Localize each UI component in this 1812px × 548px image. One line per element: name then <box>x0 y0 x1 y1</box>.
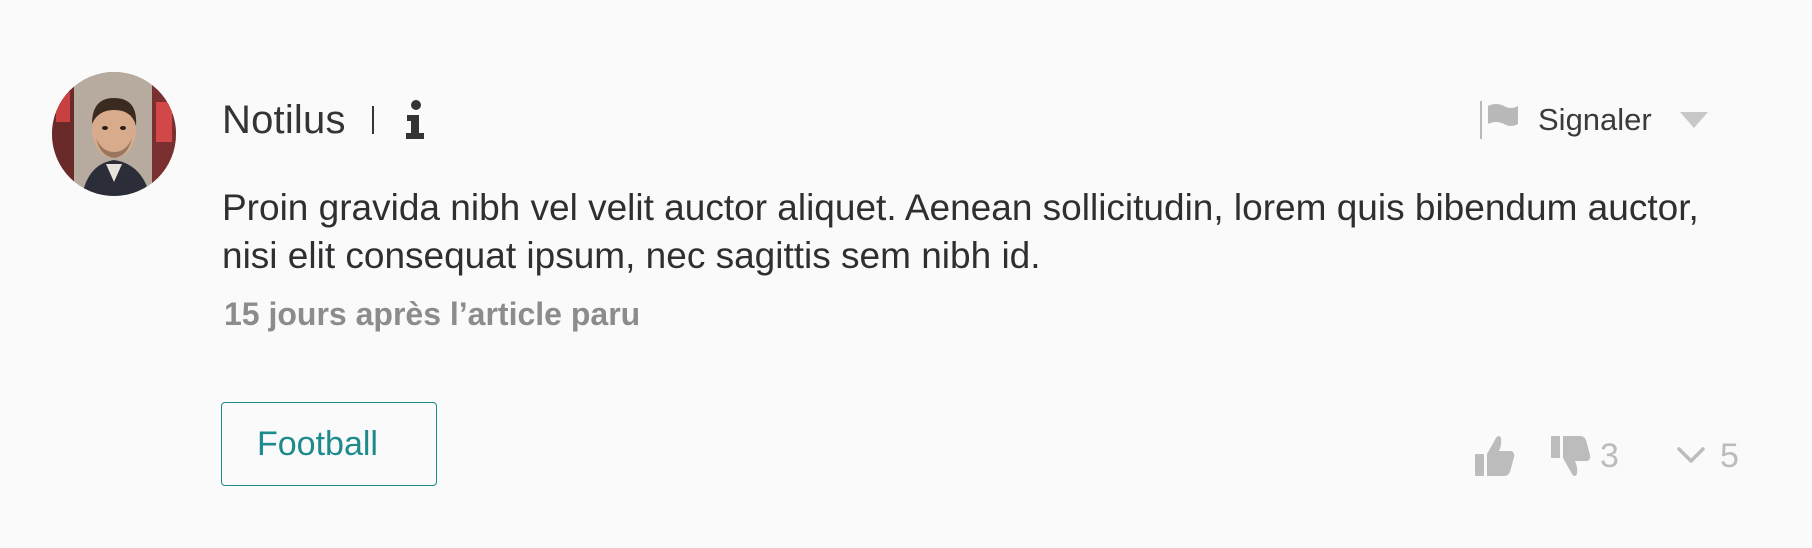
expand-replies-button[interactable]: 5 <box>1676 428 1739 484</box>
comment-card: Notilus Signaler Proin gravida nibh vel … <box>0 0 1812 548</box>
replies-count: 5 <box>1720 436 1739 475</box>
flag-icon <box>1488 104 1518 126</box>
like-button[interactable] <box>1474 428 1516 484</box>
caret-down-icon <box>1679 112 1708 128</box>
dislike-group: 3 <box>1550 428 1619 484</box>
comment-body: Proin gravida nibh vel velit auctor aliq… <box>222 187 1699 276</box>
thumbs-up-icon <box>1475 436 1515 476</box>
report-label: Signaler <box>1538 102 1652 137</box>
report-dropdown[interactable]: Signaler <box>1480 98 1708 142</box>
author-name[interactable]: Notilus <box>222 98 346 143</box>
tag-football-button[interactable]: Football <box>221 402 437 486</box>
author-separator <box>371 106 374 134</box>
dislike-button[interactable] <box>1550 434 1592 478</box>
info-icon[interactable] <box>404 100 426 140</box>
dislike-count: 3 <box>1600 436 1619 475</box>
comment-timestamp: 15 jours après l’article paru <box>224 296 641 332</box>
thumbs-down-icon <box>1551 436 1591 476</box>
avatar-photo <box>52 72 176 196</box>
author-row: Notilus <box>222 92 426 148</box>
chevron-down-icon <box>1677 447 1705 463</box>
avatar[interactable] <box>52 72 176 196</box>
report-divider <box>1480 101 1482 139</box>
